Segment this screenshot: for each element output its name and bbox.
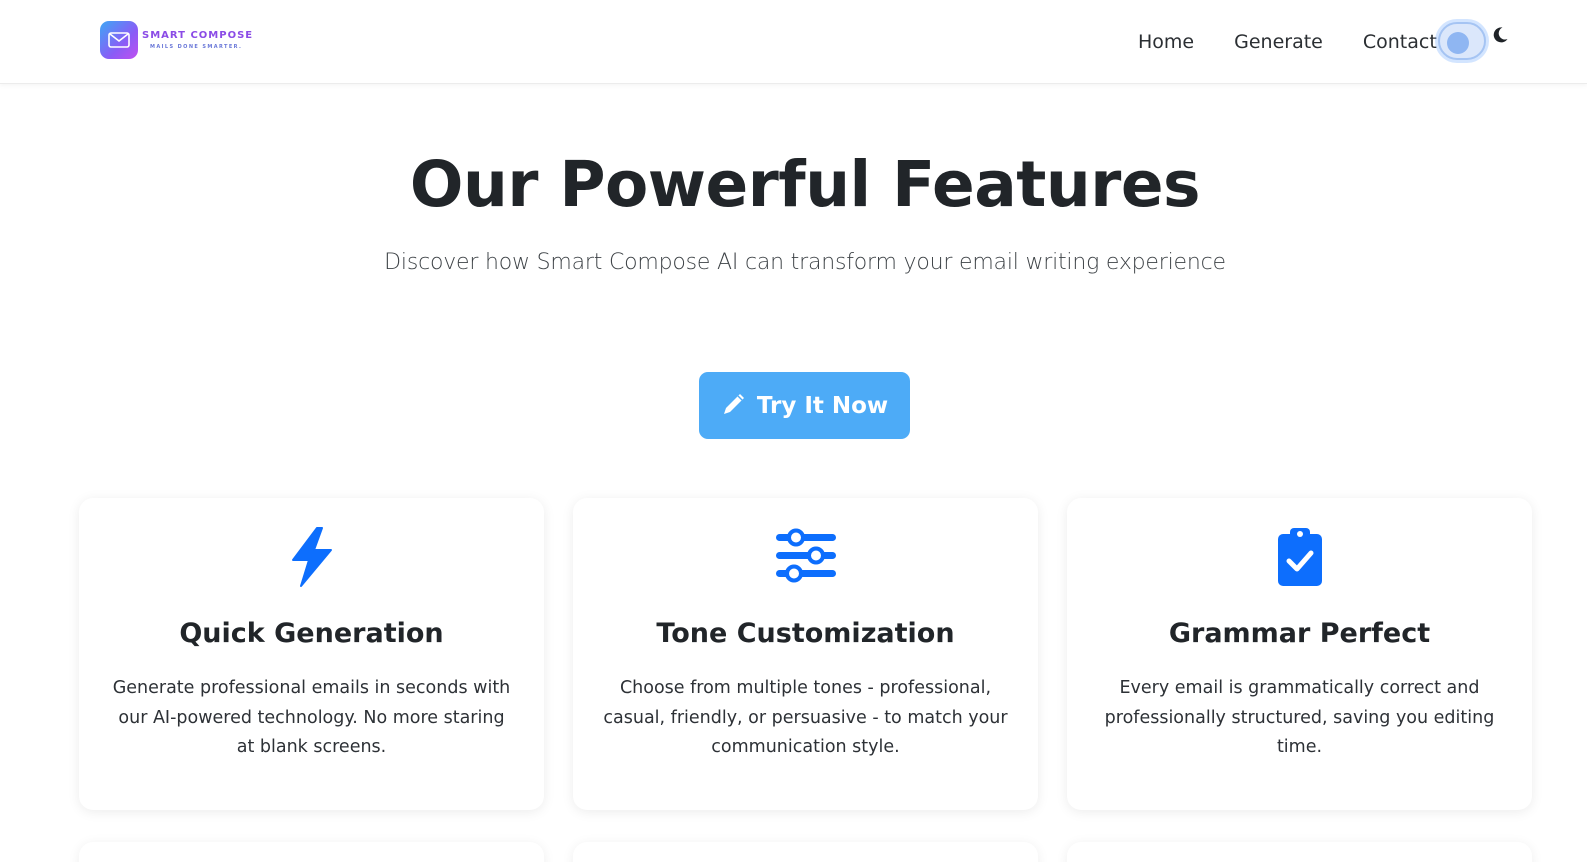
feature-description: Choose from multiple tones - professiona… — [603, 678, 1008, 757]
feature-card-tone-customization: Tone Customization Choose from multiple … — [573, 498, 1038, 810]
feature-title: Quick Generation — [179, 618, 444, 649]
theme-toggle[interactable] — [1438, 22, 1486, 60]
nav-link-contact[interactable]: Contact — [1363, 28, 1437, 56]
envelope-icon — [100, 21, 138, 59]
feature-description: Generate professional emails in seconds … — [112, 678, 511, 757]
page-subtitle: Discover how Smart Compose AI can transf… — [384, 250, 1226, 275]
brand-name: SMART COMPOSE — [142, 30, 254, 41]
brand-logo[interactable]: SMART COMPOSE MAILS DONE SMARTER. — [100, 21, 253, 59]
brand-tagline: MAILS DONE SMARTER. — [150, 44, 243, 50]
try-it-now-button[interactable]: Try It Now — [699, 372, 910, 439]
feature-card-quick-generation: Quick Generation Generate professional e… — [79, 498, 544, 810]
toggle-knob — [1447, 32, 1469, 54]
lightning-icon — [287, 526, 337, 593]
feature-title: Grammar Perfect — [1168, 618, 1431, 649]
feature-card-partial — [573, 842, 1038, 862]
nav-link-generate[interactable]: Generate — [1234, 28, 1323, 56]
navbar: SMART COMPOSE MAILS DONE SMARTER. Home G… — [0, 0, 1587, 84]
nav-links: Home Generate Contact — [1138, 28, 1437, 56]
try-it-now-label: Try It Now — [756, 392, 889, 419]
feature-title: Tone Customization — [656, 618, 955, 649]
sliders-icon — [774, 526, 838, 593]
pencil-icon — [721, 391, 747, 420]
feature-card-partial — [79, 842, 544, 862]
feature-card-partial — [1067, 842, 1532, 862]
nav-link-home[interactable]: Home — [1138, 28, 1194, 56]
brand-text: SMART COMPOSE MAILS DONE SMARTER. — [142, 30, 253, 50]
page-title: Our Powerful Features — [409, 148, 1201, 221]
moon-icon — [1490, 25, 1510, 45]
feature-description: Every email is grammatically correct and… — [1104, 678, 1495, 757]
feature-card-grammar-perfect: Grammar Perfect Every email is grammatic… — [1067, 498, 1532, 810]
clipboard-check-icon — [1276, 526, 1324, 593]
